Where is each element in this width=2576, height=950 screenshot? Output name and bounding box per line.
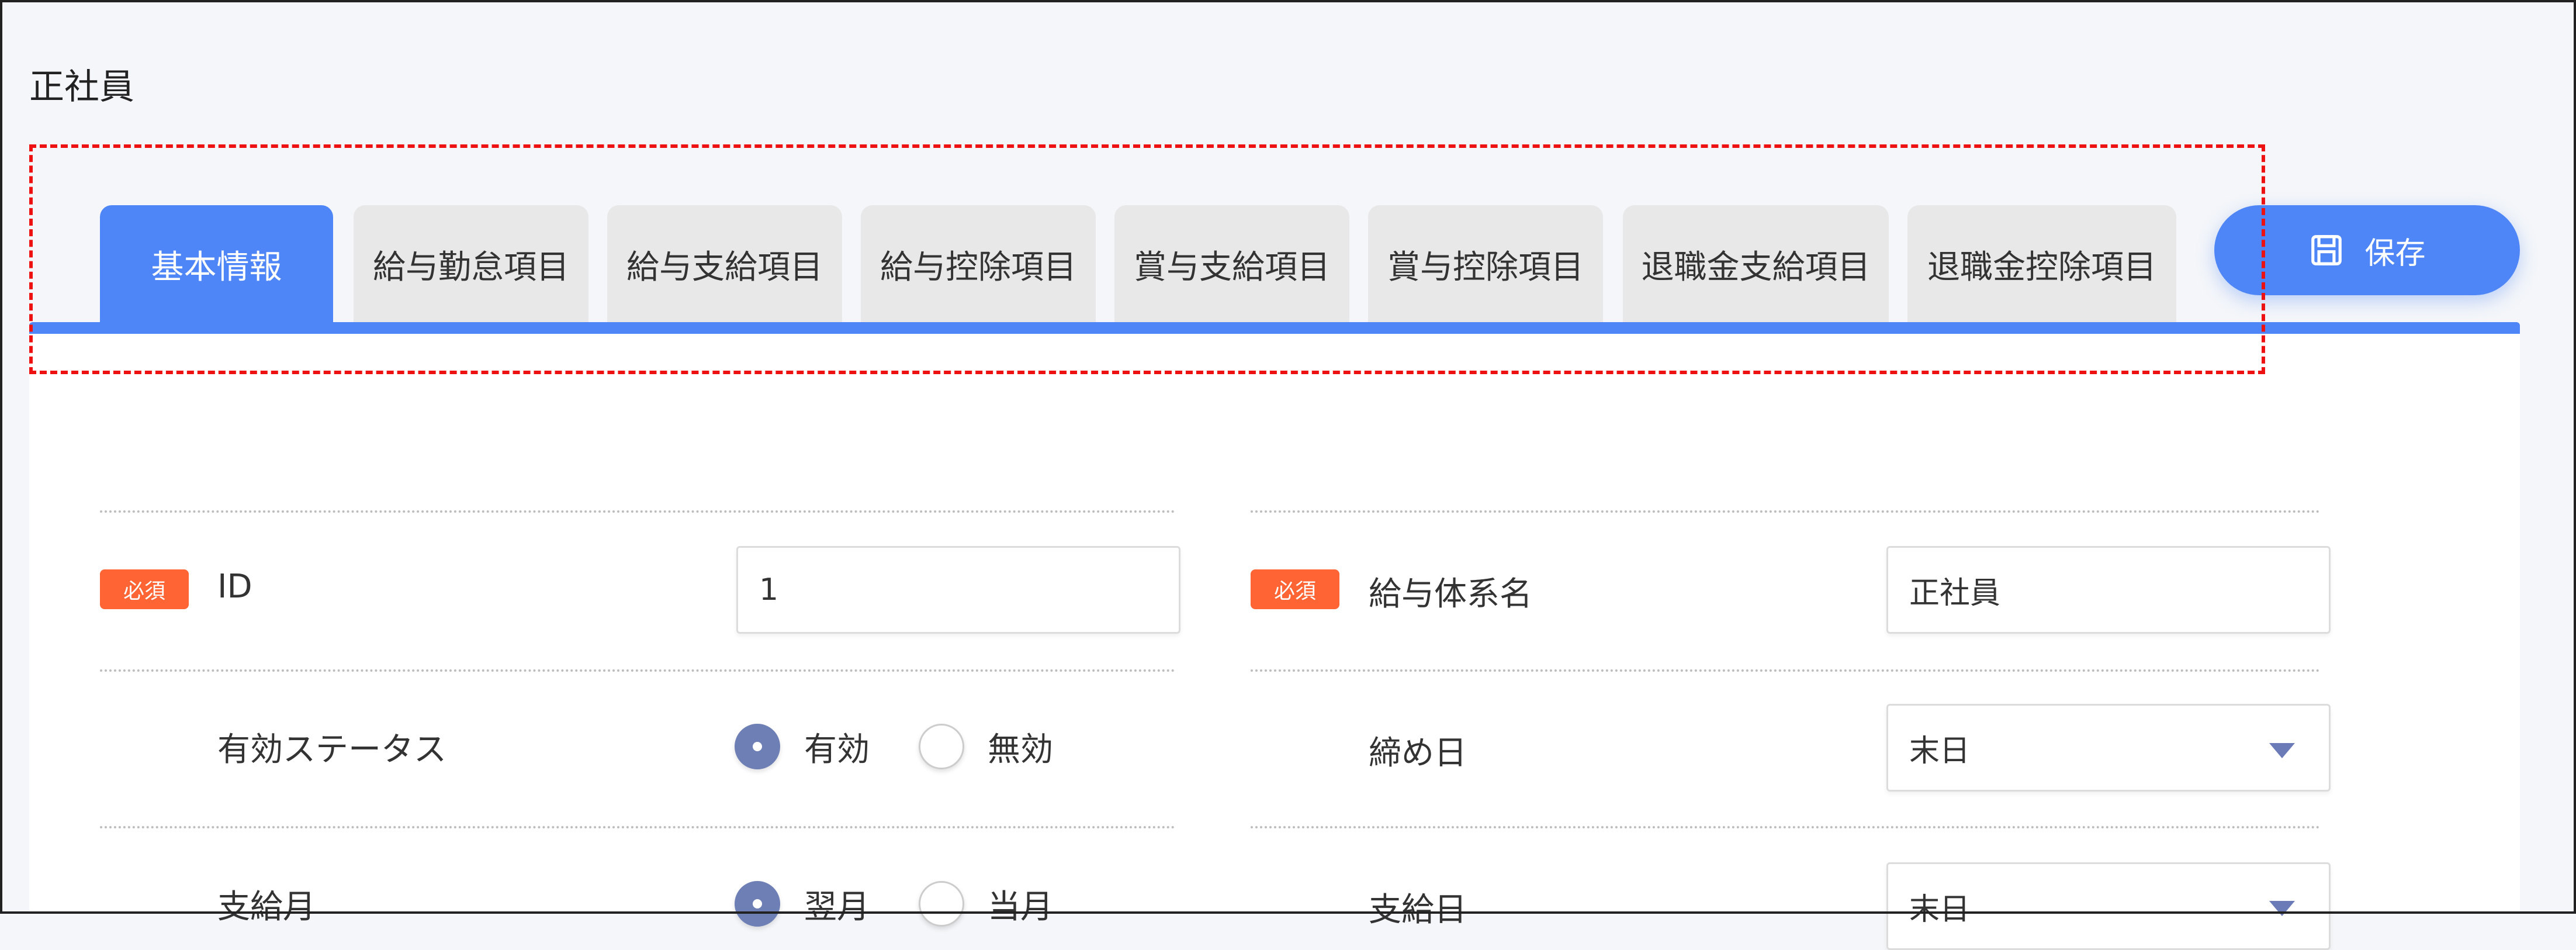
pay-month-label: 支給月 bbox=[217, 888, 316, 926]
status-active-label: 有効 bbox=[804, 731, 870, 769]
required-badge: 必須 bbox=[1251, 569, 1339, 609]
status-inactive-label: 無効 bbox=[988, 731, 1053, 769]
row-divider bbox=[100, 826, 1175, 828]
row-divider bbox=[100, 669, 1175, 672]
page-title: 正社員 bbox=[29, 67, 134, 108]
status-inactive-radio[interactable] bbox=[919, 724, 964, 769]
annotation-highlight-box bbox=[29, 144, 2265, 374]
pay-day-select[interactable]: 末日 bbox=[1886, 862, 2331, 950]
chevron-down-icon bbox=[2269, 901, 2295, 916]
save-label: 保存 bbox=[2364, 236, 2426, 271]
pay-month-next-radio[interactable] bbox=[735, 881, 780, 927]
save-icon bbox=[2311, 235, 2342, 265]
closing-day-value: 末日 bbox=[1909, 733, 1971, 769]
row-divider bbox=[1251, 826, 2320, 828]
id-label: ID bbox=[217, 568, 252, 606]
pay-month-current-radio[interactable] bbox=[919, 881, 964, 927]
row-divider bbox=[100, 510, 1175, 513]
pay-day-label: 支給日 bbox=[1369, 891, 1467, 929]
salary-system-name-input[interactable]: 正社員 bbox=[1886, 546, 2331, 634]
row-divider bbox=[1251, 510, 2320, 513]
closing-day-label: 締め日 bbox=[1369, 734, 1467, 772]
content-panel: 必須 ID 1 必須 給与体系名 正社員 有効ステータス 有効 無効 締め日 末… bbox=[29, 334, 2520, 950]
pay-month-current-label: 当月 bbox=[988, 888, 1053, 926]
row-divider bbox=[1251, 669, 2320, 672]
status-active-radio[interactable] bbox=[735, 724, 780, 769]
id-input[interactable]: 1 bbox=[736, 546, 1180, 634]
pay-month-next-label: 翌月 bbox=[804, 888, 870, 926]
chevron-down-icon bbox=[2269, 743, 2295, 758]
salary-system-name-label: 給与体系名 bbox=[1369, 575, 1532, 613]
closing-day-select[interactable]: 末日 bbox=[1886, 704, 2331, 792]
required-badge: 必須 bbox=[100, 569, 189, 609]
pay-day-value: 末日 bbox=[1909, 892, 1971, 927]
status-label: 有効ステータス bbox=[217, 731, 446, 769]
